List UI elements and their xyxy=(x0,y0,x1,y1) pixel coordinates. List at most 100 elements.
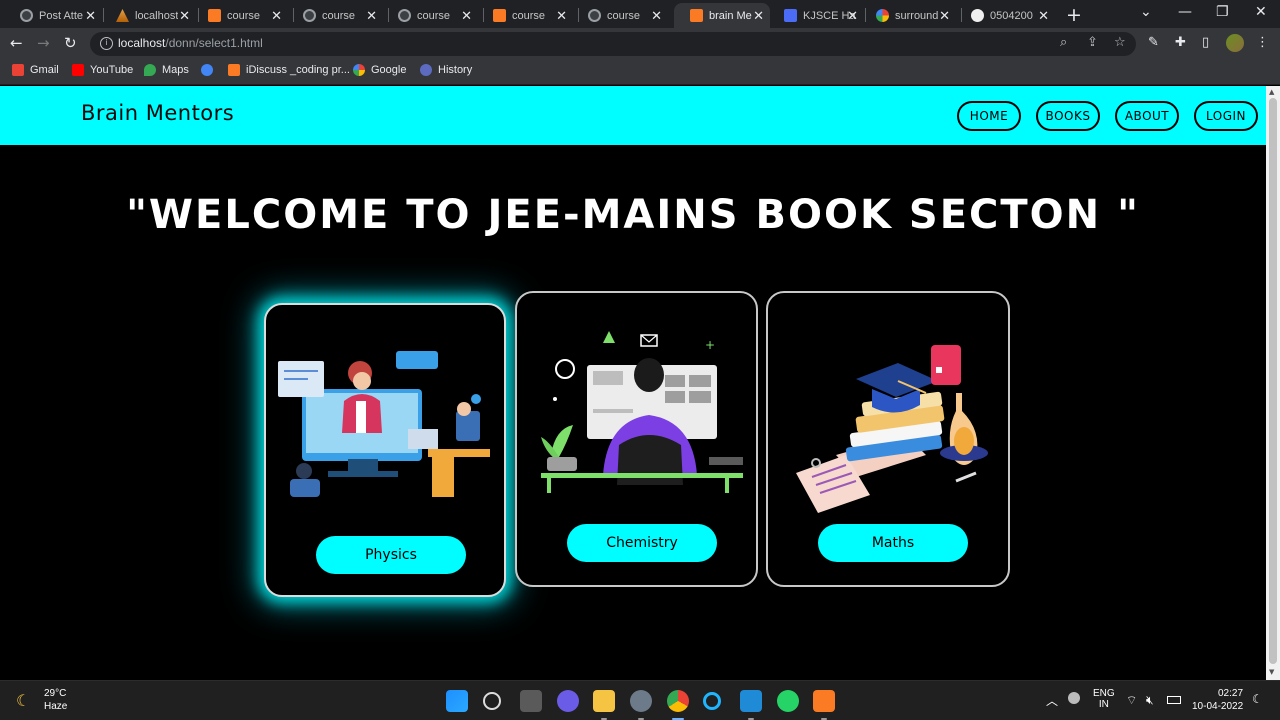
tab-title: Post Atte xyxy=(39,9,84,22)
close-icon[interactable]: ✕ xyxy=(271,8,282,24)
google-icon xyxy=(353,64,365,76)
close-icon[interactable]: ✕ xyxy=(651,8,662,24)
close-window-button[interactable]: ✕ xyxy=(1255,4,1267,20)
address-bar[interactable]: i localhost/donn/select1.html ⌕ ⇪ ☆ xyxy=(90,32,1136,56)
scrollbar-thumb[interactable] xyxy=(1269,98,1277,664)
clock-time[interactable]: 02:27 xyxy=(1218,688,1243,699)
svg-text:+: + xyxy=(705,338,715,352)
weather-temperature[interactable]: 29°C xyxy=(44,688,66,699)
close-icon[interactable]: ✕ xyxy=(85,8,96,24)
chemistry-button[interactable]: Chemistry xyxy=(567,524,717,562)
bookmark-google[interactable]: Google xyxy=(353,64,406,76)
close-icon[interactable]: ✕ xyxy=(556,8,567,24)
tab-search-icon[interactable]: ⌄ xyxy=(1140,4,1152,20)
side-panel-icon[interactable]: ▯ xyxy=(1202,35,1209,50)
chrome-icon[interactable] xyxy=(667,690,689,712)
books-graduation-cap-illustration xyxy=(796,345,988,513)
eyedropper-extension-icon[interactable]: ✎ xyxy=(1148,35,1159,50)
task-view-icon[interactable] xyxy=(520,690,542,712)
browser-tab[interactable]: surround ✕ xyxy=(860,3,956,28)
tab-title: course xyxy=(417,9,451,22)
wifi-icon[interactable]: ⌔ xyxy=(1126,693,1137,708)
student-at-computer-illustration: + xyxy=(541,331,743,493)
cloud-status-icon[interactable] xyxy=(1068,692,1080,704)
browser-tab-active[interactable]: brain Me ✕ xyxy=(674,3,770,28)
browser-tab[interactable]: KJSCE Ha ✕ xyxy=(768,3,864,28)
browser-tab[interactable]: course ✕ xyxy=(287,3,383,28)
windows-start-icon[interactable] xyxy=(446,690,468,712)
xampp-icon xyxy=(493,9,506,22)
speaker-muted-icon[interactable]: 🔇︎ xyxy=(1146,693,1154,708)
scroll-up-arrow-icon[interactable]: ▲ xyxy=(1269,88,1274,96)
browser-tab[interactable]: course ✕ xyxy=(382,3,478,28)
chemistry-card[interactable]: + Chemistry xyxy=(515,291,758,587)
search-icon[interactable] xyxy=(483,692,501,710)
bookmark-gmail[interactable]: Gmail xyxy=(12,64,59,76)
bookmark-label: YouTube xyxy=(90,64,134,76)
cortana-icon[interactable] xyxy=(703,692,721,710)
physics-card[interactable]: Physics xyxy=(264,303,506,597)
browser-tab[interactable]: course ✕ xyxy=(572,3,668,28)
clock-date[interactable]: 10-04-2022 xyxy=(1192,701,1243,712)
tab-title: localhost xyxy=(135,9,179,22)
extensions-puzzle-icon[interactable]: ✚ xyxy=(1175,35,1186,50)
browser-tab[interactable]: course ✕ xyxy=(477,3,573,28)
show-hidden-icons-chevron-icon[interactable]: ︿ xyxy=(1046,692,1058,709)
browser-tab[interactable]: Post Atte ✕ xyxy=(4,3,102,28)
file-explorer-icon[interactable] xyxy=(593,690,615,712)
youtube-icon xyxy=(72,64,84,76)
maximize-button[interactable]: ❐ xyxy=(1216,4,1229,20)
new-tab-button[interactable]: + xyxy=(1066,4,1082,26)
browser-tab[interactable]: course ✕ xyxy=(192,3,288,28)
xampp-icon[interactable] xyxy=(813,690,835,712)
close-icon[interactable]: ✕ xyxy=(753,8,764,24)
share-icon[interactable]: ⇪ xyxy=(1087,35,1098,50)
physics-button[interactable]: Physics xyxy=(316,536,466,574)
nav-home-button[interactable]: HOME xyxy=(957,101,1021,131)
nav-login-button[interactable]: LOGIN xyxy=(1194,101,1258,131)
close-icon[interactable]: ✕ xyxy=(366,8,377,24)
scroll-down-arrow-icon[interactable]: ▼ xyxy=(1269,668,1274,676)
maths-button[interactable]: Maths xyxy=(818,524,968,562)
weather-description[interactable]: Haze xyxy=(44,701,67,712)
moon-weather-icon[interactable]: ☾ xyxy=(16,691,30,710)
maths-card[interactable]: Maths xyxy=(766,291,1010,587)
settings-gear-icon[interactable] xyxy=(630,690,652,712)
close-icon[interactable]: ✕ xyxy=(847,8,858,24)
battery-icon[interactable] xyxy=(1167,696,1181,704)
nav-about-button[interactable]: ABOUT xyxy=(1115,101,1179,131)
bookmark-maps[interactable]: Maps xyxy=(144,64,189,76)
forward-button[interactable]: → xyxy=(37,34,50,52)
minimize-button[interactable]: — xyxy=(1178,4,1192,20)
close-icon[interactable]: ✕ xyxy=(179,8,190,24)
bookmark-youtube[interactable]: YouTube xyxy=(72,64,133,76)
kebab-menu-icon[interactable]: ⋮ xyxy=(1256,35,1269,50)
back-button[interactable]: ← xyxy=(10,34,23,52)
vscode-icon[interactable] xyxy=(740,690,762,712)
reload-button[interactable]: ↻ xyxy=(64,34,77,52)
bookmark-label: Gmail xyxy=(30,64,59,76)
whatsapp-icon[interactable] xyxy=(777,690,799,712)
close-icon[interactable]: ✕ xyxy=(461,8,472,24)
site-info-icon[interactable]: i xyxy=(100,37,113,50)
chat-icon[interactable] xyxy=(557,690,579,712)
bookmark-idiscuss[interactable]: iDiscuss _coding pr... xyxy=(228,64,350,76)
profile-avatar[interactable] xyxy=(1226,34,1244,52)
close-icon[interactable]: ✕ xyxy=(1038,8,1049,24)
page-scrollbar[interactable]: ▲ ▼ xyxy=(1266,86,1280,680)
browser-tab[interactable]: localhost ✕ xyxy=(100,3,196,28)
close-icon[interactable]: ✕ xyxy=(939,8,950,24)
xampp-icon xyxy=(228,64,240,76)
language-indicator[interactable]: ENG IN xyxy=(1093,688,1115,710)
bookmark-star-icon[interactable]: ☆ xyxy=(1114,35,1126,50)
browser-toolbar: ← → ↻ i localhost/donn/select1.html ⌕ ⇪ … xyxy=(0,28,1280,60)
bookmark-history[interactable]: History xyxy=(420,64,472,76)
bookmark-label: Google xyxy=(371,64,407,76)
tab-title: course xyxy=(227,9,261,22)
bookmark-unnamed[interactable] xyxy=(201,64,219,76)
nav-books-button[interactable]: BOOKS xyxy=(1036,101,1100,131)
browser-tab[interactable]: 0504200 ✕ xyxy=(955,3,1055,28)
brand-logo-text[interactable]: Brain Mentors xyxy=(81,101,234,125)
zoom-icon[interactable]: ⌕ xyxy=(1060,35,1067,50)
notification-moon-icon[interactable]: ☾ xyxy=(1252,692,1263,706)
